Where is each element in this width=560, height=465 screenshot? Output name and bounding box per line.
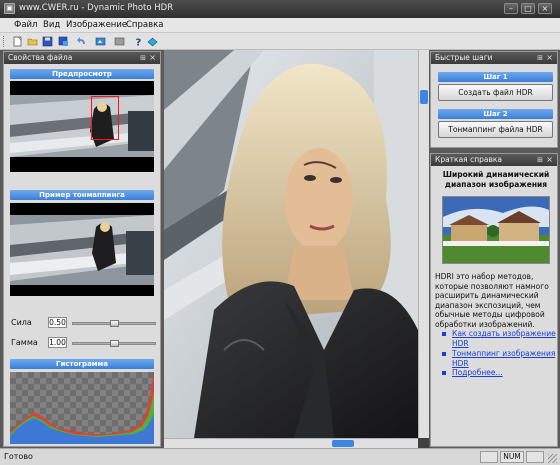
- help-heading: Широкий динамический диапазон изображени…: [442, 170, 550, 189]
- horizontal-scroll-thumb[interactable]: [332, 440, 354, 447]
- histogram-image: [10, 372, 154, 444]
- tonemap-sample-image: [10, 203, 154, 296]
- close-panel-icon[interactable]: ×: [546, 52, 553, 64]
- gamma-label: Гамма: [11, 338, 38, 347]
- status-cell-empty: [480, 451, 498, 463]
- vertical-scrollbar[interactable]: [418, 50, 429, 438]
- bullet-icon: [442, 332, 446, 336]
- status-num: NUM: [500, 451, 524, 463]
- close-panel-icon[interactable]: ×: [546, 154, 553, 166]
- close-panel-icon[interactable]: ×: [149, 52, 156, 64]
- help-link-tonemap-hdr[interactable]: Тонмаппинг изображения HDR: [452, 349, 556, 368]
- gamma-slider-thumb[interactable]: [109, 340, 119, 347]
- hdr-icon[interactable]: [147, 36, 158, 47]
- menu-help[interactable]: Справка: [126, 20, 163, 30]
- quick-steps-header: Быстрые шаги ⊞ ×: [431, 52, 557, 64]
- tonemap-hdr-button[interactable]: Тонмаппинг файла HDR: [438, 121, 553, 138]
- pin-icon[interactable]: ⊞: [140, 52, 146, 64]
- menu-view[interactable]: Вид: [43, 20, 60, 30]
- histogram-chart: [10, 372, 154, 444]
- step1-label: Шаг 1: [438, 72, 553, 82]
- help-link-more[interactable]: Подробнее...: [452, 368, 556, 378]
- gamma-field[interactable]: 1.00: [48, 337, 67, 348]
- bullet-icon: [442, 352, 446, 356]
- toolbar: ?: [0, 33, 560, 50]
- tonemap-sample-thumbnail: [10, 203, 154, 296]
- file-properties-title: Свойства файла: [8, 53, 73, 62]
- new-icon[interactable]: [12, 36, 23, 47]
- help-body-text: HDRI это набор методов, которые позволяю…: [435, 272, 549, 329]
- resize-grip[interactable]: [548, 454, 557, 463]
- save-as-icon[interactable]: [58, 36, 69, 47]
- file-properties-header: Свойства файла ⊞ ×: [4, 52, 160, 64]
- hdr-house-image: [443, 197, 549, 263]
- quick-help-title: Краткая справка: [435, 155, 503, 164]
- app-icon[interactable]: ▣: [4, 3, 15, 14]
- strength-slider-thumb[interactable]: [109, 320, 119, 327]
- pin-icon[interactable]: ⊞: [537, 154, 543, 166]
- portrait-image: [164, 50, 418, 438]
- window-title: www.CWER.ru - Dynamic Photo HDR: [19, 3, 174, 13]
- open-icon[interactable]: [27, 36, 38, 47]
- close-icon[interactable]: ×: [538, 3, 552, 14]
- help-icon[interactable]: ?: [133, 36, 144, 48]
- preview-image: [10, 81, 154, 172]
- undo-icon[interactable]: [76, 36, 87, 47]
- import-icon[interactable]: [95, 36, 106, 47]
- histogram-label: Гистограмма: [10, 359, 154, 369]
- strength-field[interactable]: 0.50: [48, 317, 67, 328]
- preview-thumbnail[interactable]: [10, 81, 154, 172]
- preview-selection-frame[interactable]: [91, 96, 119, 140]
- export-icon[interactable]: [114, 36, 125, 47]
- pin-icon[interactable]: ⊞: [537, 52, 543, 64]
- menu-bar: Файл Вид Изображение Справка: [0, 18, 560, 33]
- tonemap-sample-label: Пример тонмаппинга: [10, 190, 154, 200]
- maximize-icon[interactable]: □: [521, 3, 535, 14]
- create-hdr-button[interactable]: Создать файл HDR: [438, 84, 553, 101]
- vertical-scroll-thumb[interactable]: [420, 90, 428, 104]
- strength-label: Сила: [11, 318, 32, 327]
- status-bar: Готово NUM: [0, 448, 560, 465]
- status-ready: Готово: [4, 452, 33, 461]
- title-bar: ▣ www.CWER.ru - Dynamic Photo HDR – □ ×: [0, 0, 560, 18]
- main-photo: [164, 50, 418, 438]
- toolbar-grip[interactable]: [3, 36, 5, 47]
- menu-image[interactable]: Изображение: [66, 20, 127, 30]
- save-icon[interactable]: [42, 36, 53, 47]
- step2-label: Шаг 2: [438, 109, 553, 119]
- status-cell-empty: [526, 451, 544, 463]
- quick-help-header: Краткая справка ⊞ ×: [431, 154, 557, 166]
- minimize-icon[interactable]: –: [504, 3, 518, 14]
- horizontal-scrollbar[interactable]: [164, 438, 418, 448]
- bullet-icon: [442, 371, 446, 375]
- svg-text:?: ?: [136, 38, 142, 48]
- help-sample-image: [442, 196, 550, 264]
- help-link-create-hdr[interactable]: Как создать изображение HDR: [452, 329, 556, 348]
- menu-file[interactable]: Файл: [14, 20, 37, 30]
- quick-steps-title: Быстрые шаги: [435, 53, 493, 62]
- preview-label: Предпросмотр: [10, 69, 154, 79]
- image-canvas[interactable]: [164, 50, 429, 448]
